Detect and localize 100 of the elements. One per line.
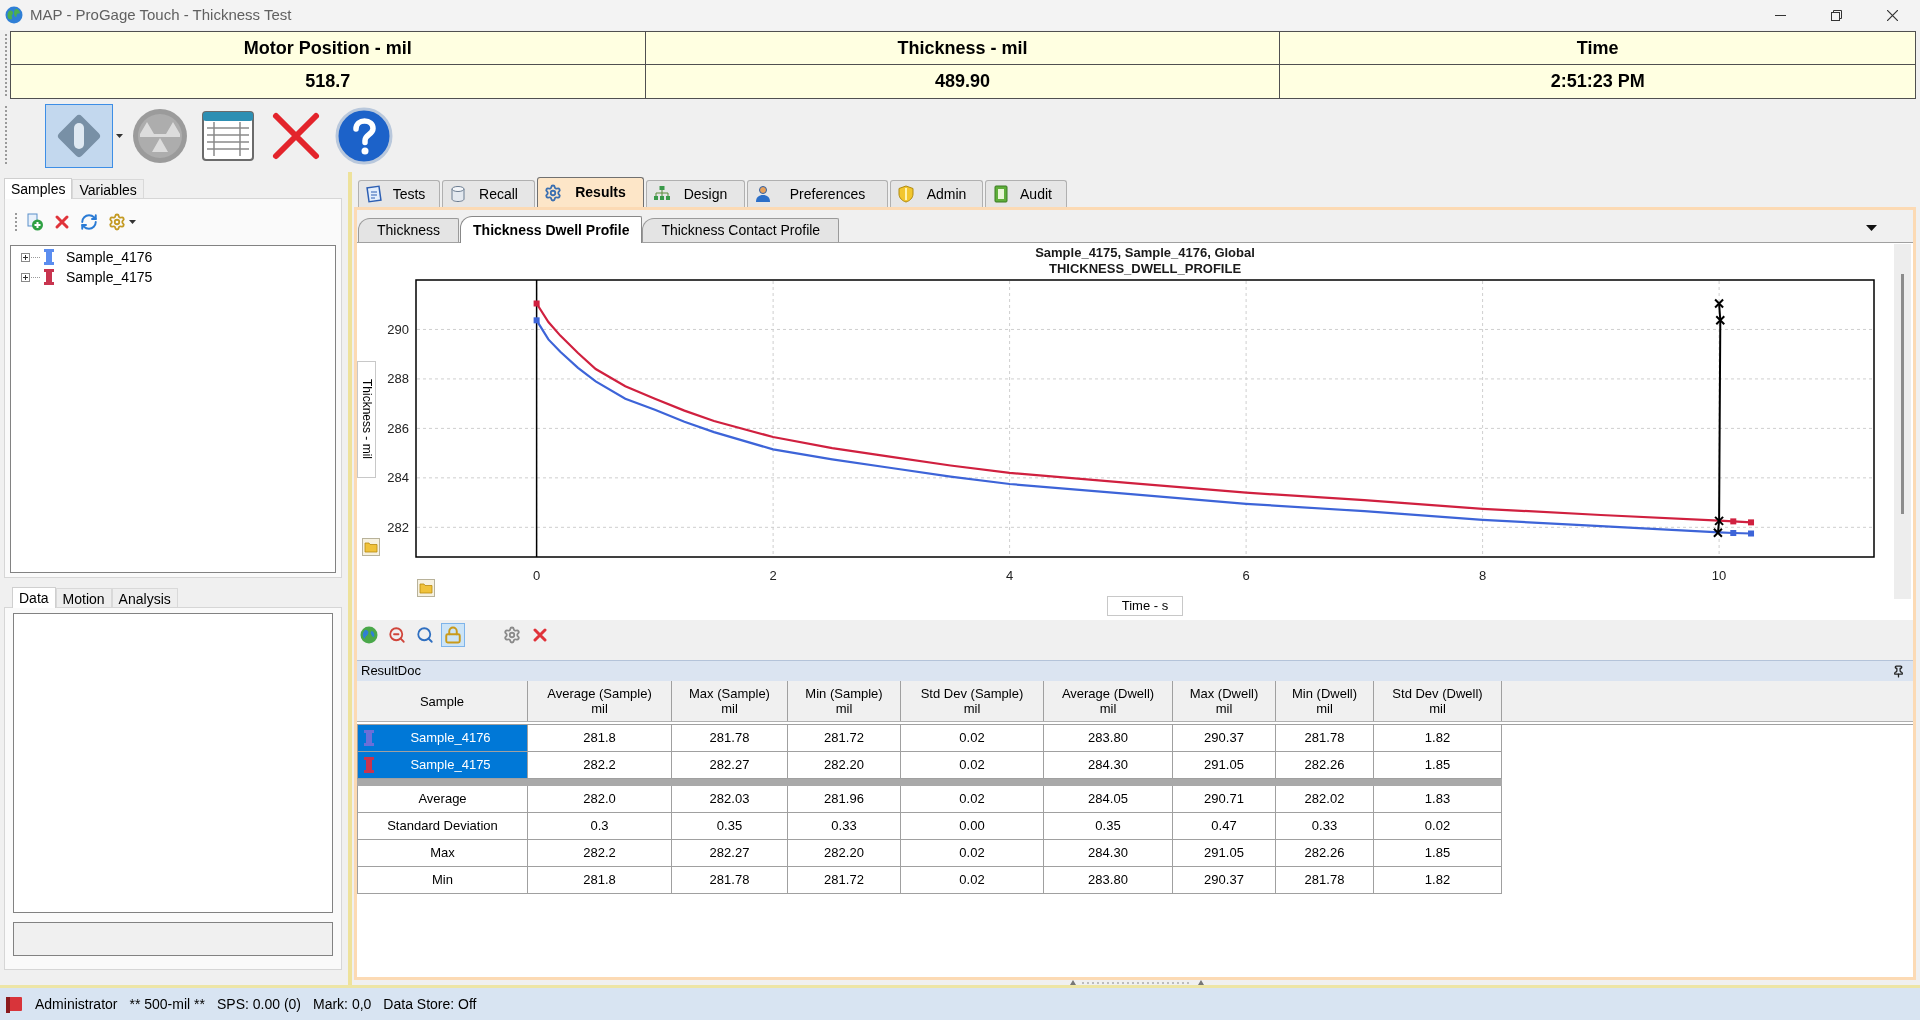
scrollbar-thumb[interactable] [1901,274,1904,514]
table-cell: 0.02 [1374,813,1502,840]
table-cell: 282.0 [528,786,672,813]
column-header[interactable]: Sample [357,681,528,721]
table-cell: 0.02 [901,867,1044,894]
table-cell: 1.83 [1374,786,1502,813]
column-header[interactable]: Average (Sample) mil [528,681,672,721]
tree-item-label[interactable]: Sample_4175 [66,266,153,288]
x-tick-label: 2 [769,568,777,583]
x-axis-label: Time - s [1106,596,1184,616]
main-tab[interactable]: Admin [890,180,983,207]
table-cell: 281.78 [672,725,788,752]
table-cell: 281.96 [788,786,901,813]
table-cell: 282.26 [1276,840,1374,867]
table-cell: 0.3 [528,813,672,840]
table-cell: 0.00 [901,813,1044,840]
table-cell: 283.80 [1044,725,1173,752]
cursor-line[interactable] [535,279,538,558]
dropdown-caret-icon[interactable] [1866,225,1877,231]
table-cell: 281.8 [528,725,672,752]
table-cell: 284.05 [1044,786,1173,813]
view-tab[interactable]: Thickness Dwell Profile [460,216,643,243]
readout-label: Thickness - mil [645,32,1281,65]
readout-value: 489.90 [645,65,1281,98]
column-header[interactable]: Average (Dwell) mil [1044,681,1173,721]
status-text: Administrator [35,994,118,1014]
restore-icon [1830,9,1842,21]
main-tab[interactable]: Results [537,177,644,207]
sample-row-header[interactable]: Sample_4176 [357,725,528,752]
column-header[interactable]: Min (Dwell) mil [1276,681,1374,721]
y-axis-label: Thickness - mil [357,361,376,478]
close-icon [1886,9,1898,21]
help-icon [335,107,393,165]
column-header[interactable]: Max (Dwell) mil [1173,681,1276,721]
row-label: Average [357,786,528,813]
point [533,300,540,307]
table-cell: 0.02 [901,725,1044,752]
table-cell: 291.05 [1173,840,1276,867]
panel-tab[interactable]: Analysis [111,588,178,607]
readout-value: 2:51:23 PM [1549,70,1646,93]
column-header[interactable]: Std Dev (Sample) mil [901,681,1044,721]
point [1714,298,1725,309]
table-cell: 290.37 [1173,725,1276,752]
column-header[interactable]: Max (Sample) mil [672,681,788,721]
point [1715,315,1726,326]
folder-icon[interactable] [417,579,435,597]
y-tick-label: 286 [387,420,409,436]
dropdown-caret-icon[interactable] [129,220,136,224]
table-cell: 0.33 [1276,813,1374,840]
app-globe-icon [5,6,23,24]
main-tab[interactable]: Audit [985,180,1067,207]
y-tick-label: 288 [387,371,409,387]
flag-icon [5,995,23,1013]
expand-icon[interactable] [21,252,41,262]
panel-tab[interactable]: Samples [4,178,73,199]
y-tick-label: 284 [387,470,409,486]
table-cell: 281.72 [788,725,901,752]
window-title: MAP - ProGage Touch - Thickness Test [30,4,292,25]
pin-icon[interactable] [1892,664,1905,678]
main-tab[interactable]: Preferences [747,180,888,207]
cylinder-icon [449,185,467,203]
column-header[interactable]: Min (Sample) mil [788,681,901,721]
table-cell: 281.78 [1276,725,1374,752]
expand-icon[interactable] [21,272,41,282]
main-tab[interactable]: Recall [442,180,535,207]
table-cell: 282.03 [672,786,788,813]
org-chart-icon [653,185,671,203]
main-tab[interactable]: Design [646,180,745,207]
table-cell: 1.85 [1374,840,1502,867]
table-cell: 0.35 [1044,813,1173,840]
point [1730,518,1737,525]
tree-item-label[interactable]: Sample_4176 [66,246,153,268]
delete-icon[interactable] [54,214,70,230]
grip-handle-icon [4,105,8,167]
x-tick-label: 4 [1006,568,1014,583]
row-label: Standard Deviation [357,813,528,840]
point [1730,530,1737,537]
notepad-icon [365,185,383,203]
refresh-icon[interactable] [80,213,98,231]
view-tab[interactable]: Thickness Contact Profile [642,218,840,242]
table-cell: 0.35 [672,813,788,840]
table-cell: 0.33 [788,813,901,840]
panel-tab[interactable]: Data [12,587,56,608]
panel-tab[interactable]: Motion [55,588,112,607]
column-header[interactable]: Std Dev (Dwell) mil [1374,681,1502,721]
add-icon[interactable] [26,213,44,231]
sample-row-header[interactable]: Sample_4175 [357,752,528,779]
splitter-grip-icon[interactable] [1070,980,1204,985]
y-tick-label: 290 [387,321,409,337]
cancel-icon [271,111,321,161]
readout-label: Time [1280,32,1915,65]
dropdown-caret-icon[interactable] [116,134,123,138]
view-tab[interactable]: Thickness [358,218,460,242]
main-tab[interactable]: Tests [358,180,440,207]
folder-icon[interactable] [362,538,380,556]
x-tick-label: 6 [1242,568,1250,583]
close-icon[interactable] [533,628,547,642]
minimize-icon [1774,14,1786,16]
panel-tab[interactable]: Variables [72,179,144,198]
point [1714,515,1725,526]
